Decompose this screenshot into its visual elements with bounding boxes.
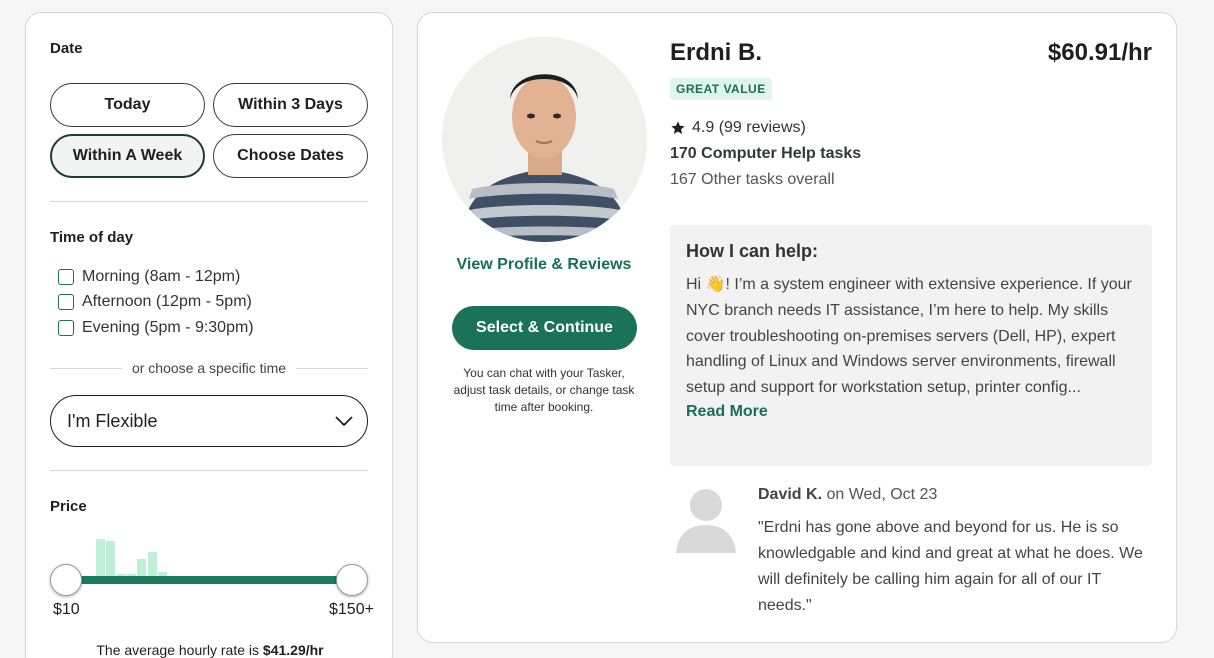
- tasker-rating: 4.9 (99 reviews): [670, 119, 806, 137]
- price-max-label: $150+: [329, 601, 374, 618]
- reviewer-avatar-icon: [676, 489, 736, 553]
- price-max-handle[interactable]: [336, 564, 368, 596]
- afternoon-checkbox[interactable]: [58, 294, 74, 310]
- help-title: How I can help:: [686, 241, 819, 261]
- date-option-within-3-days[interactable]: Within 3 Days: [213, 83, 368, 127]
- morning-checkbox[interactable]: [58, 269, 74, 285]
- date-filter-title: Date: [50, 40, 83, 57]
- chevron-down-icon: [335, 416, 353, 426]
- time-option-morning[interactable]: Morning (8am - 12pm): [58, 268, 240, 286]
- time-option-evening[interactable]: Evening (5pm - 9:30pm): [58, 319, 254, 337]
- time-select-value: I'm Flexible: [67, 410, 158, 431]
- divider: [50, 201, 368, 202]
- tasker-name: Erdni B.: [670, 39, 763, 66]
- divider: [50, 470, 368, 471]
- time-filter-title: Time of day: [50, 229, 134, 246]
- view-profile-link[interactable]: View Profile & Reviews: [448, 255, 640, 275]
- review-header: David K. on Wed, Oct 23: [758, 486, 937, 504]
- time-select[interactable]: I'm Flexible: [50, 395, 368, 447]
- or-text: or choose a specific time: [131, 360, 287, 376]
- or-line-left: [50, 367, 122, 369]
- price-histogram: [96, 532, 186, 582]
- other-task-count: 167 Other tasks overall: [670, 171, 835, 188]
- evening-checkbox[interactable]: [58, 320, 74, 336]
- morning-label: Morning (8am - 12pm): [82, 268, 241, 285]
- help-section: How I can help: Hi 👋! I’m a system engin…: [670, 225, 1152, 466]
- star-icon: [671, 121, 685, 134]
- average-rate-note: The average hourly rate is $41.29/hr: [26, 642, 394, 658]
- price-min-label: $10: [53, 601, 80, 618]
- date-option-within-a-week[interactable]: Within A Week: [50, 134, 205, 178]
- booking-note: You can chat with your Tasker, adjust ta…: [453, 366, 635, 414]
- help-text: Hi 👋! I’m a system engineer with extensi…: [686, 276, 1132, 397]
- price-min-handle[interactable]: [50, 564, 82, 596]
- average-rate-value: $41.29/hr: [262, 642, 324, 658]
- rating-text: 4.9 (99 reviews): [692, 119, 806, 136]
- average-rate-prefix: The average hourly rate is: [96, 642, 263, 658]
- tasker-avatar: [442, 37, 647, 242]
- date-option-choose-dates[interactable]: Choose Dates: [213, 134, 368, 178]
- or-separator: or choose a specific time: [50, 360, 369, 376]
- date-option-today[interactable]: Today: [50, 83, 205, 127]
- or-line-right: [296, 367, 369, 369]
- tasker-photo: [442, 37, 647, 242]
- afternoon-label: Afternoon (12pm - 5pm): [82, 293, 252, 310]
- review-author: David K.: [758, 486, 823, 503]
- time-option-afternoon[interactable]: Afternoon (12pm - 5pm): [58, 293, 252, 311]
- review-text: "Erdni has gone above and beyond for us.…: [758, 519, 1143, 614]
- filters-panel: Date Today Within 3 Days Within A Week C…: [25, 12, 393, 658]
- price-slider-track[interactable]: [66, 576, 352, 584]
- price-filter-title: Price: [50, 498, 87, 515]
- tasker-rate: $60.91/hr: [1047, 39, 1152, 66]
- evening-label: Evening (5pm - 9:30pm): [82, 319, 254, 336]
- select-continue-button[interactable]: Select & Continue: [452, 306, 637, 350]
- tasker-card: View Profile & Reviews Select & Continue…: [417, 12, 1177, 643]
- value-badge: GREAT VALUE: [670, 78, 772, 100]
- read-more-link[interactable]: Read More: [686, 403, 768, 421]
- category-task-count: 170 Computer Help tasks: [670, 145, 862, 162]
- review-date: on Wed, Oct 23: [822, 486, 938, 503]
